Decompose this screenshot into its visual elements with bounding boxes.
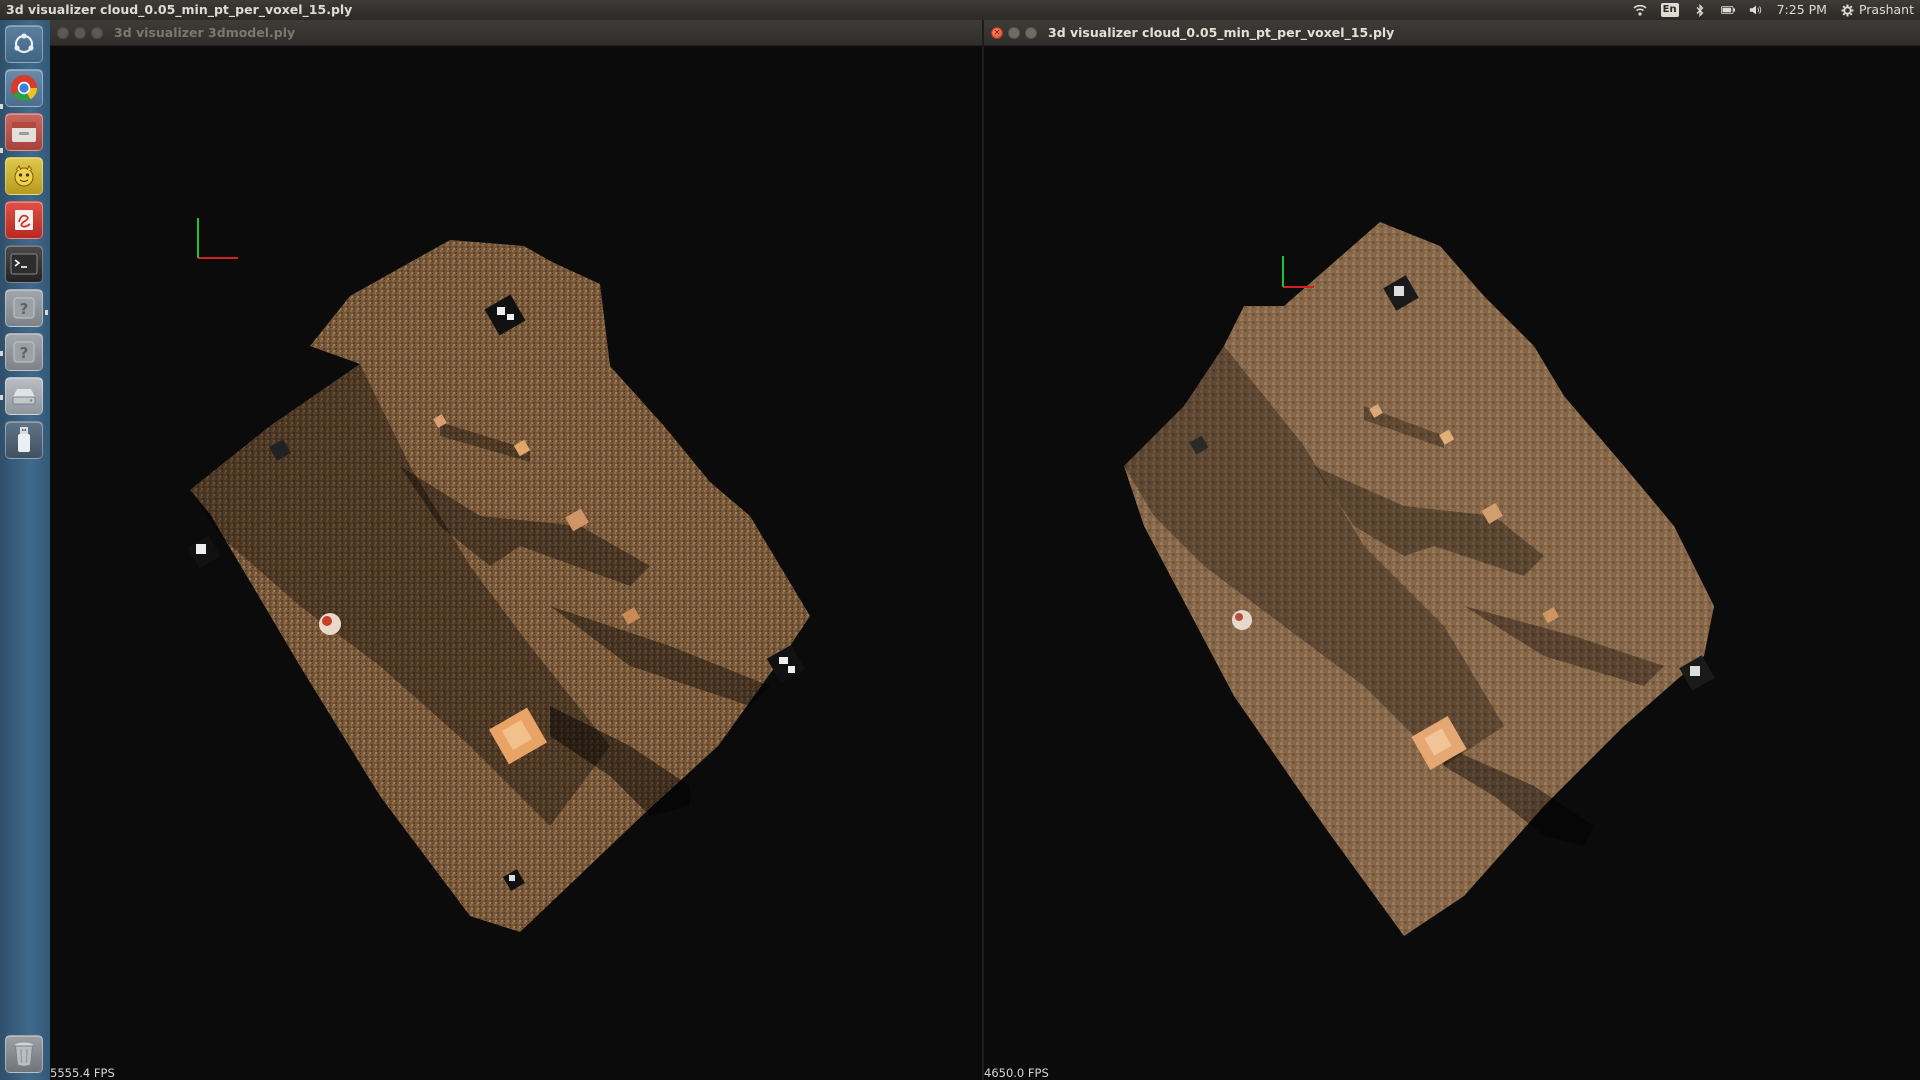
fps-counter: 5555.4 FPS bbox=[50, 1066, 115, 1080]
window-title: 3d visualizer 3dmodel.ply bbox=[114, 25, 296, 40]
chrome-icon[interactable] bbox=[5, 69, 43, 107]
launcher: ? ? bbox=[0, 20, 51, 1080]
left-window-titlebar[interactable]: 3d visualizer 3dmodel.ply bbox=[50, 20, 982, 46]
keyboard-layout-indicator[interactable]: En bbox=[1660, 3, 1679, 17]
svg-text:?: ? bbox=[20, 344, 29, 362]
wifi-icon[interactable] bbox=[1633, 3, 1647, 17]
coordinate-axes bbox=[197, 218, 238, 259]
minimize-button[interactable] bbox=[74, 27, 86, 39]
files-icon[interactable] bbox=[5, 113, 43, 151]
close-icon: ✕ bbox=[993, 28, 1001, 37]
coordinate-axes bbox=[1282, 256, 1314, 288]
right-window-titlebar[interactable]: ✕ 3d visualizer cloud_0.05_min_pt_per_vo… bbox=[984, 20, 1920, 46]
volume-icon[interactable] bbox=[1749, 3, 1763, 17]
maximize-button[interactable] bbox=[91, 27, 103, 39]
evince-icon[interactable] bbox=[5, 201, 43, 239]
battery-icon[interactable] bbox=[1720, 3, 1735, 17]
dash-home-icon[interactable] bbox=[5, 25, 43, 63]
close-button[interactable]: ✕ bbox=[991, 27, 1003, 39]
drive-icon[interactable] bbox=[5, 377, 43, 415]
bluetooth-icon[interactable] bbox=[1693, 3, 1707, 17]
top-panel: 3d visualizer cloud_0.05_min_pt_per_voxe… bbox=[0, 0, 1920, 20]
point-cloud-voxelized bbox=[1124, 222, 1714, 936]
maximize-button[interactable] bbox=[1025, 27, 1037, 39]
window-title: 3d visualizer cloud_0.05_min_pt_per_voxe… bbox=[1048, 25, 1395, 40]
clock[interactable]: 7:25 PM bbox=[1777, 0, 1827, 20]
user-name: Prashant bbox=[1858, 2, 1914, 17]
gear-icon bbox=[1841, 3, 1855, 17]
left-visualizer-window[interactable]: 3d visualizer 3dmodel.ply 5555.4 FPS bbox=[50, 20, 982, 1080]
usb-drive-icon[interactable] bbox=[5, 421, 43, 459]
active-window-title: 3d visualizer cloud_0.05_min_pt_per_voxe… bbox=[6, 2, 353, 17]
unknown-app-icon[interactable]: ? bbox=[5, 333, 43, 371]
unknown-app-icon[interactable]: ? bbox=[5, 289, 43, 327]
close-button[interactable] bbox=[57, 27, 69, 39]
right-visualizer-window[interactable]: ✕ 3d visualizer cloud_0.05_min_pt_per_vo… bbox=[984, 20, 1920, 1080]
terminal-icon[interactable] bbox=[5, 245, 43, 283]
minimize-button[interactable] bbox=[1008, 27, 1020, 39]
point-cloud-model bbox=[190, 240, 810, 932]
trash-icon[interactable] bbox=[5, 1035, 43, 1073]
svg-text:?: ? bbox=[20, 300, 29, 318]
indicator-area: En 7:25 PM Prashant bbox=[1633, 0, 1914, 20]
point-cloud-viewport[interactable]: 5555.4 FPS bbox=[50, 46, 982, 1080]
session-menu[interactable]: Prashant bbox=[1841, 0, 1914, 20]
point-cloud-viewport[interactable]: 4650.0 FPS bbox=[984, 46, 1920, 1080]
pyrenamer-icon[interactable] bbox=[5, 157, 43, 195]
fps-counter: 4650.0 FPS bbox=[984, 1066, 1049, 1080]
